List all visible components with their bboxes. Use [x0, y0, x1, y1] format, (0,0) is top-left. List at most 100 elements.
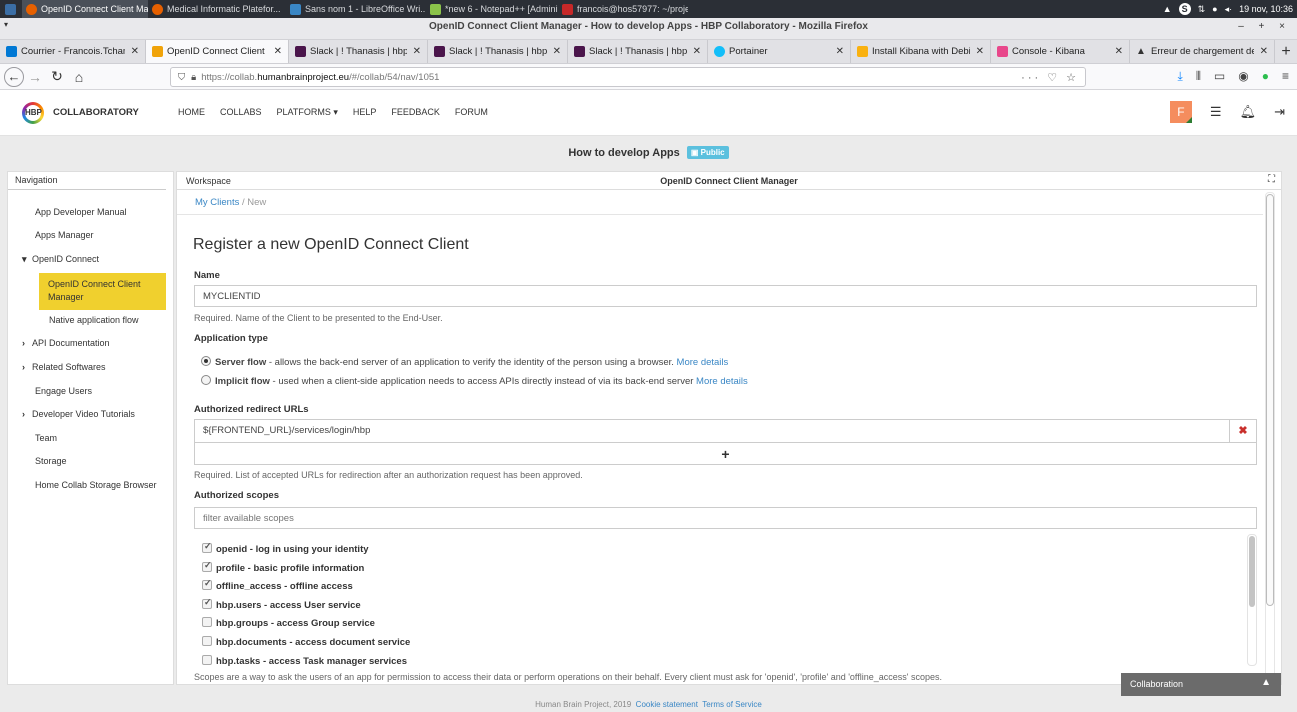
sidebar-item-home-collab-storage-browser[interactable]: Home Collab Storage Browser — [35, 480, 157, 490]
shield-icon[interactable]: ⛉ — [178, 72, 185, 83]
sidebar-item-openid-connect[interactable]: ▾ OpenID Connect — [22, 254, 99, 265]
implicit-flow-more-details-link[interactable]: More details — [696, 376, 748, 387]
tab-install-kibana[interactable]: Install Kibana with Debian...✕ — [851, 40, 991, 63]
sidebar-item-developer-video-tutorials[interactable]: › Developer Video Tutorials — [22, 409, 135, 419]
sidebar-icon[interactable]: ▭ — [1214, 69, 1225, 84]
breadcrumb-my-clients[interactable]: My Clients — [195, 197, 239, 208]
close-tab-icon[interactable]: ✕ — [553, 46, 561, 57]
sidebar-item-native-application-flow[interactable]: Native application flow — [49, 315, 139, 325]
sidebar-item-api-documentation[interactable]: › API Documentation — [22, 338, 110, 348]
scope-profile[interactable]: profile - basic profile information — [202, 560, 364, 574]
hbp-logo[interactable]: HBP — [22, 102, 44, 124]
bell-icon[interactable]: ▲ — [1163, 4, 1172, 14]
close-tab-icon[interactable]: ✕ — [693, 46, 701, 57]
implicit-flow-radio[interactable]: Implicit flow - used when a client-side … — [201, 375, 748, 387]
remove-url-button[interactable]: ✖ — [1229, 420, 1256, 442]
scope-offline-access[interactable]: offline_access - offline access — [202, 578, 353, 592]
collaboration-panel-toggle[interactable]: Collaboration ▲ — [1121, 673, 1281, 696]
tab-openid-client-manager[interactable]: OpenID Connect Client Ma...✕ — [146, 40, 289, 63]
nav-help[interactable]: HELP — [353, 107, 377, 118]
taskbar-item-firefox[interactable]: OpenID Connect Client Man... — [22, 0, 148, 18]
page-actions[interactable]: ··· ♡ ☆ — [1021, 71, 1085, 84]
taskbar-item-firefox-2[interactable]: Medical Informatic Platefor... — [148, 0, 286, 18]
downloads-icon[interactable]: ⤓ — [1178, 69, 1183, 84]
back-button[interactable]: ← — [4, 66, 24, 87]
new-tab-button[interactable]: + — [1275, 40, 1297, 63]
close-tab-icon[interactable]: ✕ — [131, 46, 139, 57]
nav-home[interactable]: HOME — [178, 107, 205, 118]
sidebar-item-openid-client-manager[interactable]: OpenID Connect Client Manager — [39, 273, 166, 310]
checkbox-checked-icon[interactable] — [202, 597, 212, 609]
brand-name[interactable]: COLLABORATORY — [53, 107, 139, 118]
tab-courrier[interactable]: Courrier - Francois.Tcham...✕ — [0, 40, 146, 63]
fullscreen-icon[interactable]: ⛶ — [1268, 174, 1275, 185]
taskbar-item-terminal[interactable]: francois@hos57977: ~/proje... — [558, 0, 688, 18]
scope-hbp-documents[interactable]: hbp.documents - access document service — [202, 636, 410, 648]
avatar[interactable]: F — [1169, 101, 1192, 123]
sidebar-item-app-developer-manual[interactable]: App Developer Manual — [35, 207, 127, 217]
chevron-up-icon[interactable]: ▲ — [1261, 677, 1271, 688]
window-controls[interactable]: – + × — [1238, 21, 1291, 32]
url-bar[interactable]: ⛉ 🔒︎ https://collab.humanbrainproject.eu… — [170, 67, 1086, 87]
sidebar-item-storage[interactable]: Storage — [35, 456, 67, 466]
sidebar-item-team[interactable]: Team — [35, 433, 57, 443]
start-menu-button[interactable] — [0, 0, 22, 18]
tab-portainer[interactable]: Portainer ✕ — [708, 40, 851, 63]
terms-of-service-link[interactable]: Terms of Service — [702, 700, 762, 709]
logout-icon[interactable]: ⇥ — [1274, 104, 1285, 120]
tab-slack-3[interactable]: Slack | ! Thanasis | hbpsp...✕ — [568, 40, 708, 63]
lock-icon[interactable]: 🔒︎ — [191, 72, 196, 83]
tab-slack-2[interactable]: Slack | ! Thanasis | hbpsp...✕ — [428, 40, 568, 63]
network-icon[interactable]: ⇅ — [1198, 4, 1206, 15]
notification-bell-icon[interactable]: 🔔︎ — [1240, 104, 1257, 120]
list-icon[interactable]: ☰ — [1210, 104, 1222, 120]
tab-loading-error[interactable]: ▲Erreur de chargement de l...✕ — [1130, 40, 1275, 63]
checkbox-unchecked-icon[interactable] — [202, 636, 212, 646]
radio-selected-icon[interactable] — [201, 356, 211, 366]
skype-icon[interactable]: S — [1178, 3, 1191, 15]
clock[interactable]: 19 nov, 10:36 — [1239, 4, 1293, 14]
taskbar-item-libreoffice[interactable]: Sans nom 1 - LibreOffice Wri... — [286, 0, 426, 18]
close-tab-icon[interactable]: ✕ — [1115, 46, 1123, 57]
reload-button[interactable]: ↻ — [46, 66, 68, 88]
workspace-scrollbar-thumb[interactable] — [1266, 194, 1274, 606]
close-tab-icon[interactable]: ✕ — [274, 46, 282, 57]
menu-icon[interactable]: ≡ — [1282, 69, 1289, 84]
checkbox-checked-icon[interactable] — [202, 560, 212, 572]
extension-icon[interactable]: ● — [1262, 69, 1269, 84]
scope-hbp-tasks[interactable]: hbp.tasks - access Task manager services — [202, 655, 407, 667]
dropbox-icon[interactable]: ● — [1212, 4, 1217, 14]
scope-hbp-groups[interactable]: hbp.groups - access Group service — [202, 617, 375, 629]
scope-openid[interactable]: openid - log in using your identity — [202, 541, 369, 555]
nav-forum[interactable]: FORUM — [455, 107, 488, 118]
name-field[interactable]: MYCLIENTID — [194, 285, 1257, 307]
add-url-button[interactable]: + — [195, 443, 1256, 465]
server-flow-more-details-link[interactable]: More details — [677, 357, 729, 368]
sidebar-item-engage-users[interactable]: Engage Users — [35, 386, 92, 396]
scope-hbp-users[interactable]: hbp.users - access User service — [202, 597, 361, 611]
taskbar-item-notepad[interactable]: *new 6 - Notepad++ [Admini... — [426, 0, 558, 18]
cookie-statement-link[interactable]: Cookie statement — [636, 700, 698, 709]
volume-icon[interactable]: ◂· — [1225, 4, 1233, 15]
sidebar-item-related-softwares[interactable]: › Related Softwares — [22, 362, 106, 372]
home-button[interactable]: ⌂ — [68, 66, 90, 88]
sidebar-item-apps-manager[interactable]: Apps Manager — [35, 230, 94, 240]
close-tab-icon[interactable]: ✕ — [1260, 46, 1268, 57]
tab-slack-1[interactable]: Slack | ! Thanasis | hbpsp...✕ — [289, 40, 428, 63]
tab-console-kibana[interactable]: Console - Kibana ✕ — [991, 40, 1130, 63]
close-tab-icon[interactable]: ✕ — [976, 46, 984, 57]
scopes-scrollbar-thumb[interactable] — [1249, 536, 1255, 607]
nav-platforms[interactable]: PLATFORMS ▾ — [277, 107, 338, 118]
nav-collabs[interactable]: COLLABS — [220, 107, 262, 118]
radio-unselected-icon[interactable] — [201, 375, 211, 385]
account-icon[interactable]: ◉ — [1238, 69, 1248, 84]
close-tab-icon[interactable]: ✕ — [836, 46, 844, 57]
server-flow-radio[interactable]: Server flow - allows the back-end server… — [201, 356, 728, 368]
close-tab-icon[interactable]: ✕ — [413, 46, 421, 57]
checkbox-unchecked-icon[interactable] — [202, 655, 212, 665]
checkbox-checked-icon[interactable] — [202, 578, 212, 590]
library-icon[interactable]: ⫴ — [1196, 69, 1201, 84]
redirect-url-field[interactable]: ${FRONTEND_URL}/services/login/hbp ✖ — [195, 420, 1256, 443]
scope-filter-input[interactable] — [194, 507, 1257, 529]
checkbox-checked-icon[interactable] — [202, 541, 212, 553]
